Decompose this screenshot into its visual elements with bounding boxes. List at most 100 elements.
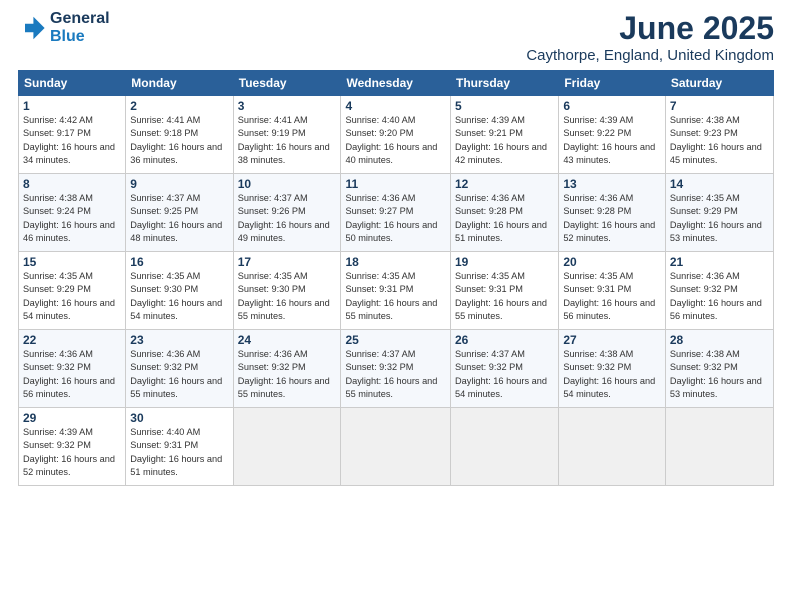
day-number: 21 [670, 255, 769, 269]
day-detail: Sunrise: 4:42 AMSunset: 9:17 PMDaylight:… [23, 115, 115, 165]
day-detail: Sunrise: 4:39 AMSunset: 9:32 PMDaylight:… [23, 427, 115, 477]
day-detail: Sunrise: 4:38 AMSunset: 9:23 PMDaylight:… [670, 115, 762, 165]
day-detail: Sunrise: 4:35 AMSunset: 9:30 PMDaylight:… [130, 271, 222, 321]
day-number: 27 [563, 333, 661, 347]
table-row: 1 Sunrise: 4:42 AMSunset: 9:17 PMDaylight… [19, 96, 126, 174]
table-row: 30Sunrise: 4:40 AMSunset: 9:31 PMDayligh… [126, 408, 233, 486]
table-row: 15 Sunrise: 4:35 AMSunset: 9:29 PMDayligh… [19, 252, 126, 330]
day-number: 19 [455, 255, 554, 269]
table-row: 13 Sunrise: 4:36 AMSunset: 9:28 PMDayligh… [559, 174, 666, 252]
table-row: 29 Sunrise: 4:39 AMSunset: 9:32 PMDayligh… [19, 408, 126, 486]
day-number: 25 [345, 333, 446, 347]
day-detail: Sunrise: 4:35 AMSunset: 9:31 PMDaylight:… [455, 271, 547, 321]
logo-text: General Blue [50, 10, 110, 45]
col-header-monday: Monday [126, 71, 233, 96]
day-number: 28 [670, 333, 769, 347]
day-detail: Sunrise: 4:37 AMSunset: 9:25 PMDaylight:… [130, 193, 222, 243]
day-number: 16 [130, 255, 228, 269]
table-row: 25 Sunrise: 4:37 AMSunset: 9:32 PMDayligh… [341, 330, 451, 408]
calendar-table: SundayMondayTuesdayWednesdayThursdayFrid… [18, 70, 774, 486]
day-number: 20 [563, 255, 661, 269]
col-header-wednesday: Wednesday [341, 71, 451, 96]
day-detail: Sunrise: 4:38 AMSunset: 9:32 PMDaylight:… [563, 349, 655, 399]
table-row: 8 Sunrise: 4:38 AMSunset: 9:24 PMDaylight… [19, 174, 126, 252]
day-number: 15 [23, 255, 121, 269]
logo-icon [18, 14, 46, 42]
day-detail: Sunrise: 4:39 AMSunset: 9:21 PMDaylight:… [455, 115, 547, 165]
day-detail: Sunrise: 4:37 AMSunset: 9:26 PMDaylight:… [238, 193, 330, 243]
table-row [665, 408, 773, 486]
day-number: 23 [130, 333, 228, 347]
page: General Blue June 2025 Caythorpe, Englan… [0, 0, 792, 612]
day-number: 3 [238, 99, 337, 113]
day-number: 1 [23, 99, 121, 113]
day-detail: Sunrise: 4:40 AMSunset: 9:31 PMDaylight:… [130, 427, 222, 477]
day-number: 18 [345, 255, 446, 269]
table-row: 21 Sunrise: 4:36 AMSunset: 9:32 PMDayligh… [665, 252, 773, 330]
day-detail: Sunrise: 4:35 AMSunset: 9:30 PMDaylight:… [238, 271, 330, 321]
day-detail: Sunrise: 4:39 AMSunset: 9:22 PMDaylight:… [563, 115, 655, 165]
day-number: 10 [238, 177, 337, 191]
day-detail: Sunrise: 4:36 AMSunset: 9:32 PMDaylight:… [670, 271, 762, 321]
day-number: 12 [455, 177, 554, 191]
day-detail: Sunrise: 4:38 AMSunset: 9:24 PMDaylight:… [23, 193, 115, 243]
table-row [559, 408, 666, 486]
table-row: 6 Sunrise: 4:39 AMSunset: 9:22 PMDaylight… [559, 96, 666, 174]
table-row: 26 Sunrise: 4:37 AMSunset: 9:32 PMDayligh… [451, 330, 559, 408]
table-row: 5 Sunrise: 4:39 AMSunset: 9:21 PMDaylight… [451, 96, 559, 174]
table-row: 12 Sunrise: 4:36 AMSunset: 9:28 PMDayligh… [451, 174, 559, 252]
day-number: 4 [345, 99, 446, 113]
day-detail: Sunrise: 4:40 AMSunset: 9:20 PMDaylight:… [345, 115, 437, 165]
day-detail: Sunrise: 4:35 AMSunset: 9:29 PMDaylight:… [670, 193, 762, 243]
day-detail: Sunrise: 4:37 AMSunset: 9:32 PMDaylight:… [345, 349, 437, 399]
table-row: 9Sunrise: 4:37 AMSunset: 9:25 PMDaylight… [126, 174, 233, 252]
day-number: 14 [670, 177, 769, 191]
day-detail: Sunrise: 4:35 AMSunset: 9:29 PMDaylight:… [23, 271, 115, 321]
table-row [451, 408, 559, 486]
table-row: 27 Sunrise: 4:38 AMSunset: 9:32 PMDayligh… [559, 330, 666, 408]
day-number: 2 [130, 99, 228, 113]
day-detail: Sunrise: 4:35 AMSunset: 9:31 PMDaylight:… [345, 271, 437, 321]
table-row: 11Sunrise: 4:36 AMSunset: 9:27 PMDayligh… [341, 174, 451, 252]
day-number: 7 [670, 99, 769, 113]
table-row: 20Sunrise: 4:35 AMSunset: 9:31 PMDayligh… [559, 252, 666, 330]
day-detail: Sunrise: 4:36 AMSunset: 9:32 PMDaylight:… [130, 349, 222, 399]
table-row: 19 Sunrise: 4:35 AMSunset: 9:31 PMDayligh… [451, 252, 559, 330]
table-row: 2 Sunrise: 4:41 AMSunset: 9:18 PMDaylight… [126, 96, 233, 174]
table-row: 23 Sunrise: 4:36 AMSunset: 9:32 PMDayligh… [126, 330, 233, 408]
day-detail: Sunrise: 4:36 AMSunset: 9:32 PMDaylight:… [23, 349, 115, 399]
table-row [341, 408, 451, 486]
table-row: 17 Sunrise: 4:35 AMSunset: 9:30 PMDayligh… [233, 252, 341, 330]
calendar-title: June 2025 [526, 10, 774, 47]
table-row: 16 Sunrise: 4:35 AMSunset: 9:30 PMDayligh… [126, 252, 233, 330]
table-row: 3Sunrise: 4:41 AMSunset: 9:19 PMDaylight… [233, 96, 341, 174]
day-detail: Sunrise: 4:36 AMSunset: 9:27 PMDaylight:… [345, 193, 437, 243]
col-header-thursday: Thursday [451, 71, 559, 96]
day-number: 5 [455, 99, 554, 113]
day-number: 17 [238, 255, 337, 269]
day-detail: Sunrise: 4:38 AMSunset: 9:32 PMDaylight:… [670, 349, 762, 399]
day-detail: Sunrise: 4:41 AMSunset: 9:18 PMDaylight:… [130, 115, 222, 165]
day-detail: Sunrise: 4:36 AMSunset: 9:28 PMDaylight:… [455, 193, 547, 243]
day-number: 26 [455, 333, 554, 347]
day-detail: Sunrise: 4:36 AMSunset: 9:32 PMDaylight:… [238, 349, 330, 399]
day-number: 8 [23, 177, 121, 191]
day-detail: Sunrise: 4:36 AMSunset: 9:28 PMDaylight:… [563, 193, 655, 243]
table-row: 4 Sunrise: 4:40 AMSunset: 9:20 PMDaylight… [341, 96, 451, 174]
day-number: 13 [563, 177, 661, 191]
col-header-friday: Friday [559, 71, 666, 96]
table-row: 22 Sunrise: 4:36 AMSunset: 9:32 PMDayligh… [19, 330, 126, 408]
day-number: 29 [23, 411, 121, 425]
table-row: 18 Sunrise: 4:35 AMSunset: 9:31 PMDayligh… [341, 252, 451, 330]
day-number: 6 [563, 99, 661, 113]
table-row: 7 Sunrise: 4:38 AMSunset: 9:23 PMDaylight… [665, 96, 773, 174]
day-detail: Sunrise: 4:37 AMSunset: 9:32 PMDaylight:… [455, 349, 547, 399]
col-header-saturday: Saturday [665, 71, 773, 96]
day-number: 22 [23, 333, 121, 347]
calendar-subtitle: Caythorpe, England, United Kingdom [526, 47, 774, 64]
logo: General Blue [18, 10, 110, 45]
col-header-tuesday: Tuesday [233, 71, 341, 96]
day-number: 24 [238, 333, 337, 347]
table-row: 10 Sunrise: 4:37 AMSunset: 9:26 PMDayligh… [233, 174, 341, 252]
col-header-sunday: Sunday [19, 71, 126, 96]
